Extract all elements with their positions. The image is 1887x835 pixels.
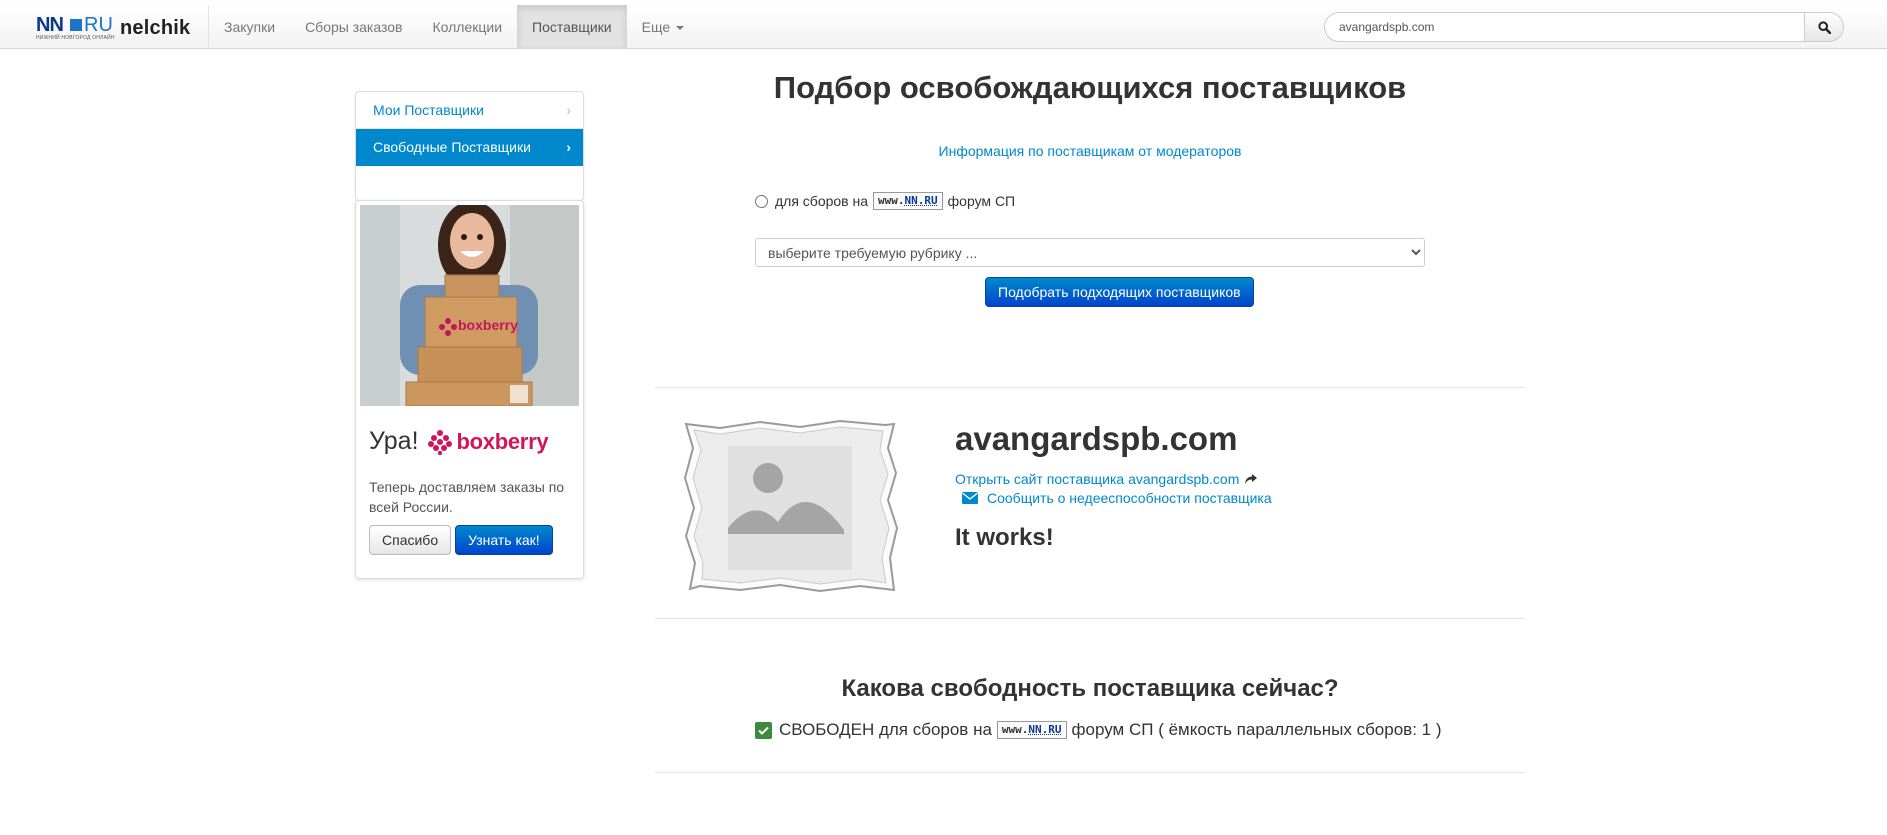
search-button[interactable] (1804, 12, 1844, 42)
nav-item-order-collections[interactable]: Сборы заказов (290, 5, 417, 49)
top-navbar: NN RU НИЖНИЙ НОВГОРОД ОНЛАЙН nelchik Зак… (0, 5, 1887, 49)
badge-nn: NN.RU (904, 194, 938, 207)
nn-ru-badge: www.NN.RU (873, 192, 943, 210)
supplier-image-placeholder (680, 418, 900, 594)
ad-headline-text: Ура! (369, 427, 419, 455)
page-title: Подбор освобождающихся поставщиков (773, 70, 1407, 105)
divider (655, 772, 1525, 773)
divider (655, 618, 1525, 619)
badge-www: www. (1001, 723, 1029, 736)
nav-item-suppliers[interactable]: Поставщики (517, 5, 627, 49)
moderator-info-link[interactable]: Информация по поставщикам от модераторов (655, 143, 1525, 159)
sidebar-item-my-suppliers[interactable]: Мои Поставщики › (356, 92, 583, 129)
nav-item-purchases[interactable]: Закупки (209, 5, 290, 49)
badge-nn: NN.RU (1028, 723, 1062, 736)
share-arrow-icon (1245, 474, 1258, 484)
logo-ru: RU (84, 14, 113, 36)
brand[interactable]: NN RU НИЖНИЙ НОВГОРОД ОНЛАЙН nelchik (36, 15, 190, 41)
ad-headline: Ура! boxberry (369, 427, 549, 456)
search-icon (1817, 20, 1831, 34)
nn-ru-badge: www.NN.RU (996, 721, 1067, 739)
woman-with-boxes-image: boxberry (360, 205, 579, 406)
main-nav: Закупки Сборы заказов Коллекции Поставщи… (209, 5, 699, 49)
badge-www: www. (878, 194, 905, 207)
sidebar-item-label: Мои Поставщики (373, 102, 484, 118)
svg-text:boxberry: boxberry (458, 317, 518, 333)
check-icon (755, 721, 772, 739)
freedom-status-row: СВОБОДЕН для сборов на www.NN.RU форум С… (755, 720, 1442, 740)
boxberry-berry-icon (427, 429, 452, 455)
ad-buttons: Спасибо Узнать как! (369, 525, 553, 555)
rubric-select[interactable]: выберите требуемую рубрику ... (755, 238, 1425, 267)
forum-radio-row: для сборов на www.NN.RU форум СП (755, 192, 1015, 210)
nav-item-more[interactable]: Еще (627, 5, 700, 49)
nn-ru-logo[interactable]: NN RU НИЖНИЙ НОВГОРОД ОНЛАЙН (36, 14, 115, 41)
ad-text: Теперь доставляем заказы по всей России. (369, 479, 565, 515)
sidebar-menu: Мои Поставщики › Свободные Поставщики › (355, 91, 584, 201)
sidebar-item-label: Свободные Поставщики (373, 139, 531, 155)
sidebar: Мои Поставщики › Свободные Поставщики › (355, 91, 584, 201)
freedom-title: Какова свободность поставщика сейчас? (841, 675, 1339, 702)
radio-suffix: форум СП (947, 193, 1016, 209)
supplier-status-text: It works! (955, 524, 1054, 551)
learn-how-button[interactable]: Узнать как! (455, 525, 553, 555)
logo-tagline: НИЖНИЙ НОВГОРОД ОНЛАЙН (36, 35, 115, 41)
search-input[interactable] (1324, 12, 1804, 42)
logo-square (70, 19, 82, 31)
boxberry-ad: boxberry Ура! boxberry Теперь доставляем… (355, 200, 584, 579)
nav-item-more-label: Еще (641, 19, 671, 35)
logo-nn: NN (36, 14, 64, 36)
status-suffix: форум СП ( ёмкость параллельных сборов: … (1071, 720, 1442, 739)
chevron-right-icon: › (566, 139, 571, 155)
caret-down-icon (676, 26, 685, 31)
boxberry-logo: boxberry (427, 429, 549, 455)
open-supplier-site-link[interactable]: Открыть сайт поставщика avangardspb.com (955, 471, 1258, 487)
sidebar-item-free-suppliers[interactable]: Свободные Поставщики › (356, 129, 583, 166)
status-prefix: СВОБОДЕН для сборов на (779, 720, 992, 739)
search-form (1324, 12, 1844, 42)
nav-item-collections[interactable]: Коллекции (417, 5, 517, 49)
site-name[interactable]: nelchik (120, 17, 190, 40)
chevron-right-icon: › (566, 102, 571, 118)
supplier-name: avangardspb.com (955, 420, 1238, 457)
radio-prefix: для сборов на (775, 193, 869, 209)
boxberry-wordmark: boxberry (456, 428, 549, 454)
image-placeholder-icon (683, 419, 899, 593)
ad-photo[interactable]: boxberry (360, 205, 579, 406)
forum-radio[interactable] (755, 194, 768, 208)
pick-suppliers-button[interactable]: Подобрать подходящих поставщиков (985, 277, 1254, 307)
thanks-button[interactable]: Спасибо (369, 525, 452, 555)
open-supplier-site-label: Открыть сайт поставщика avangardspb.com (955, 471, 1240, 487)
report-supplier-label: Сообщить о недееспособности поставщика (987, 490, 1272, 506)
report-supplier-link[interactable]: Сообщить о недееспособности поставщика (962, 490, 1272, 506)
divider (655, 387, 1525, 388)
envelope-icon (962, 492, 978, 504)
